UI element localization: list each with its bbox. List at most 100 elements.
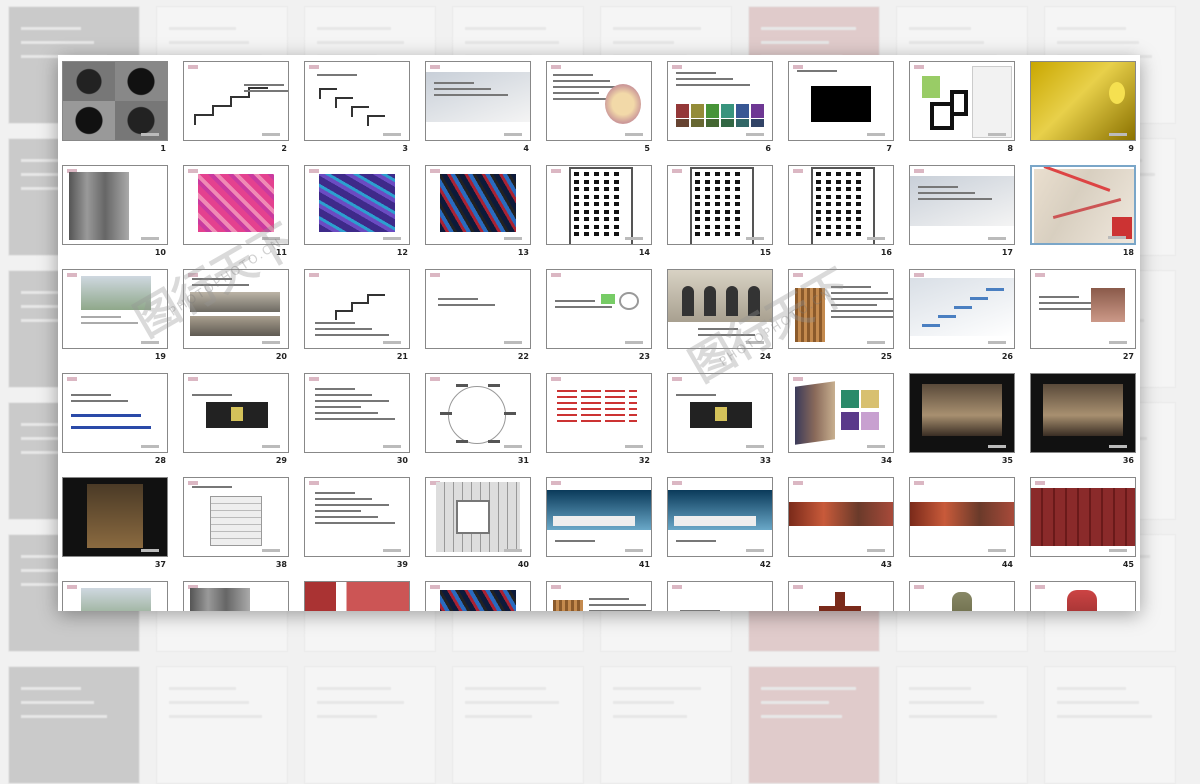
photo [81,588,151,611]
stair [938,315,956,318]
slide-thumbnail-15[interactable]: 15 [667,165,773,269]
slide-thumbnail-47[interactable]: 47 [183,581,289,611]
slide-thumbnail-23[interactable]: 23 [546,269,652,373]
slide-thumbnail-54[interactable]: 54 [1030,581,1136,611]
icon-glyph [604,179,609,184]
slide-footer [262,341,280,344]
slide-thumbnail-38[interactable]: 38 [183,477,289,581]
slide-preview [304,269,410,349]
stair [922,324,940,327]
slide-logo [309,65,319,69]
text-line [315,516,378,518]
slide-number: 36 [1122,456,1134,465]
slide-thumbnail-39[interactable]: 39 [304,477,410,581]
icon-glyph [836,232,841,236]
slide-thumbnail-43[interactable]: 43 [788,477,894,581]
slide-number: 25 [880,352,892,361]
icon-glyph [695,224,700,229]
slide-thumbnail-32[interactable]: 32 [546,373,652,477]
slide-thumbnail-1[interactable]: 1 [62,61,168,165]
icon-glyph [604,217,609,221]
icon-glyph [846,202,851,206]
slide-thumbnail-29[interactable]: 29 [183,373,289,477]
slide-thumbnail-11[interactable]: 11 [183,165,289,269]
icon-glyph [594,179,599,184]
text-line [434,94,508,96]
slide-thumbnail-4[interactable]: 4 [425,61,531,165]
slide-thumbnail-49[interactable]: 49 [425,581,531,611]
slide-thumbnail-31[interactable]: 31 [425,373,531,477]
slide-thumbnail-16[interactable]: 16 [788,165,894,269]
slide-thumbnail-9[interactable]: 9 [1030,61,1136,165]
slide-thumbnail-30[interactable]: 30 [304,373,410,477]
slide-thumbnail-10[interactable]: 10 [62,165,168,269]
icon-glyph [574,224,579,229]
text-line [557,408,637,410]
text-line [557,396,637,398]
slide-thumbnail-18[interactable]: 18 [1030,165,1136,269]
icon-glyph [735,224,740,229]
slide-thumbnail-22[interactable]: 22 [425,269,531,373]
slide-thumbnail-17[interactable]: 17 [909,165,1015,269]
slide-thumbnail-34[interactable]: 34 [788,373,894,477]
slide-thumbnail-36[interactable]: 36 [1030,373,1136,477]
slide-thumbnail-24[interactable]: 24 [667,269,773,373]
slide-thumbnail-8[interactable]: 8 [909,61,1015,165]
slide-thumbnail-6[interactable]: 6 [667,61,773,165]
slide-thumbnail-21[interactable]: 21 [304,269,410,373]
slide-thumbnail-33[interactable]: 33 [667,373,773,477]
slide-thumbnail-7[interactable]: 7 [788,61,894,165]
icon-glyph [705,209,710,214]
slide-footer [867,237,885,240]
slide-footer [1109,341,1127,344]
slide-thumbnail-26[interactable]: 26 [909,269,1015,373]
slide-thumbnail-35[interactable]: 35 [909,373,1015,477]
slide-number: 6 [765,144,771,153]
text-line [676,394,716,396]
slide-footer [625,133,643,136]
slide-thumbnail-40[interactable]: 40 [425,477,531,581]
slide-thumbnail-19[interactable]: 19 [62,269,168,373]
slide-thumbnail-46[interactable]: 46 [62,581,168,611]
slide-thumbnail-28[interactable]: 28 [62,373,168,477]
icon-glyph [604,232,609,236]
slide-preview [62,477,168,557]
stair [970,297,988,300]
slide-thumbnail-45[interactable]: 45 [1030,477,1136,581]
slide-preview [304,61,410,141]
icon-glyph [604,194,609,199]
photo [190,316,280,336]
slide-thumbnail-27[interactable]: 27 [1030,269,1136,373]
text-line [698,334,755,336]
slide-preview [909,581,1015,611]
slide-thumbnail-2[interactable]: 2 [183,61,289,165]
slide-thumbnail-51[interactable]: 51 [667,581,773,611]
slide-thumbnail-52[interactable]: 52 [788,581,894,611]
icon-glyph [614,194,619,199]
slide-thumbnail-13[interactable]: 13 [425,165,531,269]
text-line [831,310,893,312]
slide-thumbnail-48[interactable]: 48 [304,581,410,611]
text-line [698,328,738,330]
icon-glyph [574,172,579,176]
slide-thumbnail-44[interactable]: 44 [909,477,1015,581]
slide-number: 39 [396,560,408,569]
slide-thumbnail-20[interactable]: 20 [183,269,289,373]
slide-thumbnail-37[interactable]: 37 [62,477,168,581]
slide-preview [667,61,773,141]
text-line [192,486,232,488]
icon-glyph [614,209,619,214]
icon-glyph [705,202,710,206]
slide-thumbnail-53[interactable]: 53 [909,581,1015,611]
slide-thumbnail-5[interactable]: 5 [546,61,652,165]
slide-thumbnail-25[interactable]: 25 [788,269,894,373]
slide-thumbnail-50[interactable]: 50 [546,581,652,611]
slide-thumbnail-14[interactable]: 14 [546,165,652,269]
slide-thumbnail-3[interactable]: 3 [304,61,410,165]
slide-number: 42 [759,560,771,569]
slide-thumbnail-12[interactable]: 12 [304,165,410,269]
photo [63,101,115,140]
slide-thumbnail-41[interactable]: 41 [546,477,652,581]
slide-thumbnail-42[interactable]: 42 [667,477,773,581]
slide-footer [1109,133,1127,136]
